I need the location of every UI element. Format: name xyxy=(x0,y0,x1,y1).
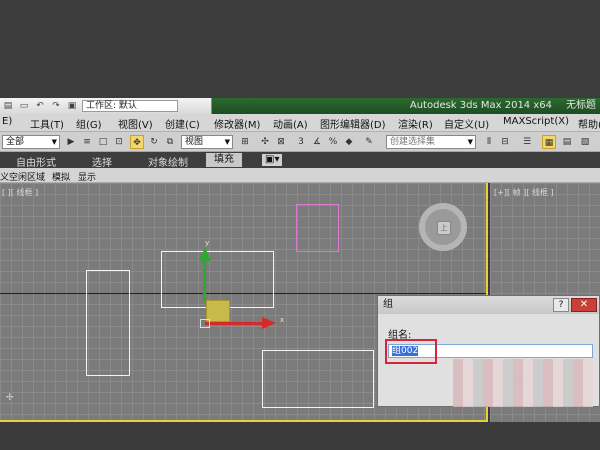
viewport-right-label[interactable]: [+][ 帧 ][ 线框 ] xyxy=(494,187,554,198)
open-icon[interactable]: ▭ xyxy=(18,100,30,112)
layer-manager-icon[interactable]: ☰ xyxy=(520,135,534,149)
sub-simulate[interactable]: 模拟 xyxy=(52,170,70,183)
menu-views[interactable]: 视图(V) xyxy=(118,116,153,131)
rotate-icon[interactable]: ↻ xyxy=(147,135,161,149)
blurred-area xyxy=(453,359,593,407)
menu-maxscript[interactable]: MAXScript(X) xyxy=(503,116,569,127)
graphite-modeling-icon[interactable]: ▦ xyxy=(542,135,556,149)
selection-filter-dropdown[interactable]: 全部 ▼ xyxy=(2,135,60,149)
tab-populate[interactable]: 填充 xyxy=(206,153,242,167)
undo-icon[interactable]: ↶ xyxy=(34,100,46,112)
scale-icon[interactable]: ⧉ xyxy=(163,135,177,149)
select-by-name-icon[interactable]: ≡ xyxy=(80,135,94,149)
dialog-title: 组 xyxy=(383,299,393,310)
rectangle-object[interactable] xyxy=(86,270,130,376)
curve-editor-icon[interactable]: ▤ xyxy=(560,135,574,149)
menu-bar: E) 工具(T) 组(G) 视图(V) 创建(C) 修改器(M) 动画(A) 图… xyxy=(0,114,600,132)
project-icon[interactable]: ▣ xyxy=(66,100,78,112)
menu-create[interactable]: 创建(C) xyxy=(165,116,200,131)
main-toolbar: 全部 ▼ ▶ ≡ □ ⊡ ✥ ↻ ⧉ 视图 ▼ ⊞ ✣ ⊠ 3 ∡ % ◆ ✎ 创建… xyxy=(0,132,600,152)
app-title: Autodesk 3ds Max 2014 x64 无标题 xyxy=(410,98,600,114)
edit-named-selection-icon[interactable]: ✎ xyxy=(362,135,376,149)
menu-help[interactable]: 帮助( xyxy=(578,116,600,131)
chevron-down-icon: ▼ xyxy=(467,138,473,146)
gizmo-x-arrow[interactable] xyxy=(262,317,276,329)
tab-freeform[interactable]: 自由形式 xyxy=(16,154,56,169)
menu-modifiers[interactable]: 修改器(M) xyxy=(214,116,260,131)
snap-toggle-icon[interactable]: 3 xyxy=(294,135,308,149)
gizmo-y-label: y xyxy=(205,239,210,247)
reference-coordinate-value: 视图 xyxy=(185,137,204,147)
menu-group[interactable]: 组(G) xyxy=(76,116,102,131)
workspace-dropdown[interactable]: 工作区: 默认 xyxy=(82,100,178,112)
menu-customize[interactable]: 自定义(U) xyxy=(444,116,489,131)
dialog-title-bar: 组 ? ✕ xyxy=(378,296,599,314)
rect-selection-icon[interactable]: □ xyxy=(96,135,110,149)
menu-edit[interactable]: E) xyxy=(2,116,12,127)
close-button[interactable]: ✕ xyxy=(571,298,597,312)
reference-coordinate-dropdown[interactable]: 视图 ▼ xyxy=(181,135,233,149)
ribbon: 自由形式 选择 对象绘制 填充 ▣▾ xyxy=(0,152,600,169)
menu-graph-editors[interactable]: 图形编辑器(D) xyxy=(320,116,386,131)
pivot-icon[interactable]: ⊞ xyxy=(238,135,252,149)
menu-animation[interactable]: 动画(A) xyxy=(273,116,308,131)
rectangle-object[interactable] xyxy=(262,350,374,408)
bottom-strip xyxy=(0,424,600,450)
axis-tripod-icon: ✢ xyxy=(6,393,14,403)
align-icon[interactable]: ⊟ xyxy=(498,135,512,149)
ribbon-options-icon[interactable]: ▣▾ xyxy=(262,154,283,166)
menu-tools[interactable]: 工具(T) xyxy=(30,116,64,131)
app-name: Autodesk 3ds Max 2014 x64 xyxy=(409,100,552,111)
sub-idle-areas[interactable]: 义空闲区域 xyxy=(0,170,45,183)
document-name: 无标题 xyxy=(566,100,596,111)
app-menu-icon[interactable]: ▤ xyxy=(2,100,14,112)
selection-filter-value: 全部 xyxy=(6,137,25,147)
viewport-label[interactable]: [ ][ 线框 ] xyxy=(2,187,38,198)
gizmo-x-label: x xyxy=(280,316,285,324)
chevron-down-icon: ▼ xyxy=(51,138,57,146)
redo-icon[interactable]: ↷ xyxy=(50,100,62,112)
quick-access-toolbar: ▤ ▭ ↶ ↷ ▣ 工作区: 默认 xyxy=(0,98,212,114)
viewcube-face-icon[interactable]: 上 xyxy=(437,221,451,235)
select-object-icon[interactable]: ▶ xyxy=(64,135,78,149)
help-button[interactable]: ? xyxy=(553,298,569,312)
rectangle-object-pink[interactable] xyxy=(296,204,339,252)
named-selection-sets-placeholder: 创建选择集 xyxy=(390,137,436,147)
select-manipulate-icon[interactable]: ✣ xyxy=(258,135,272,149)
keyboard-shortcut-icon[interactable]: ⊠ xyxy=(274,135,288,149)
tab-selection[interactable]: 选择 xyxy=(92,154,112,169)
sub-display[interactable]: 显示 xyxy=(78,170,96,183)
window-crossing-icon[interactable]: ⊡ xyxy=(112,135,126,149)
schematic-view-icon[interactable]: ▧ xyxy=(578,135,592,149)
annotation-highlight xyxy=(385,339,437,364)
menu-rendering[interactable]: 渲染(R) xyxy=(398,116,433,131)
gizmo-center-icon xyxy=(200,319,210,328)
viewcube-icon[interactable]: 上 xyxy=(419,203,467,251)
top-dark-area xyxy=(0,0,600,98)
gizmo-x-axis[interactable] xyxy=(205,322,265,325)
move-icon[interactable]: ✥ xyxy=(130,135,144,149)
chevron-down-icon: ▼ xyxy=(224,138,230,146)
named-selection-sets-dropdown[interactable]: 创建选择集 ▼ xyxy=(386,135,476,149)
mirror-icon[interactable]: ⫴ xyxy=(482,135,496,149)
angle-snap-icon[interactable]: ∡ xyxy=(310,135,324,149)
gizmo-y-arrow[interactable] xyxy=(199,247,211,261)
sub-ribbon: 义空闲区域 模拟 显示 xyxy=(0,168,600,183)
tab-object-paint[interactable]: 对象绘制 xyxy=(148,154,188,169)
spinner-snap-icon[interactable]: ◆ xyxy=(342,135,356,149)
percent-snap-icon[interactable]: % xyxy=(326,135,340,149)
